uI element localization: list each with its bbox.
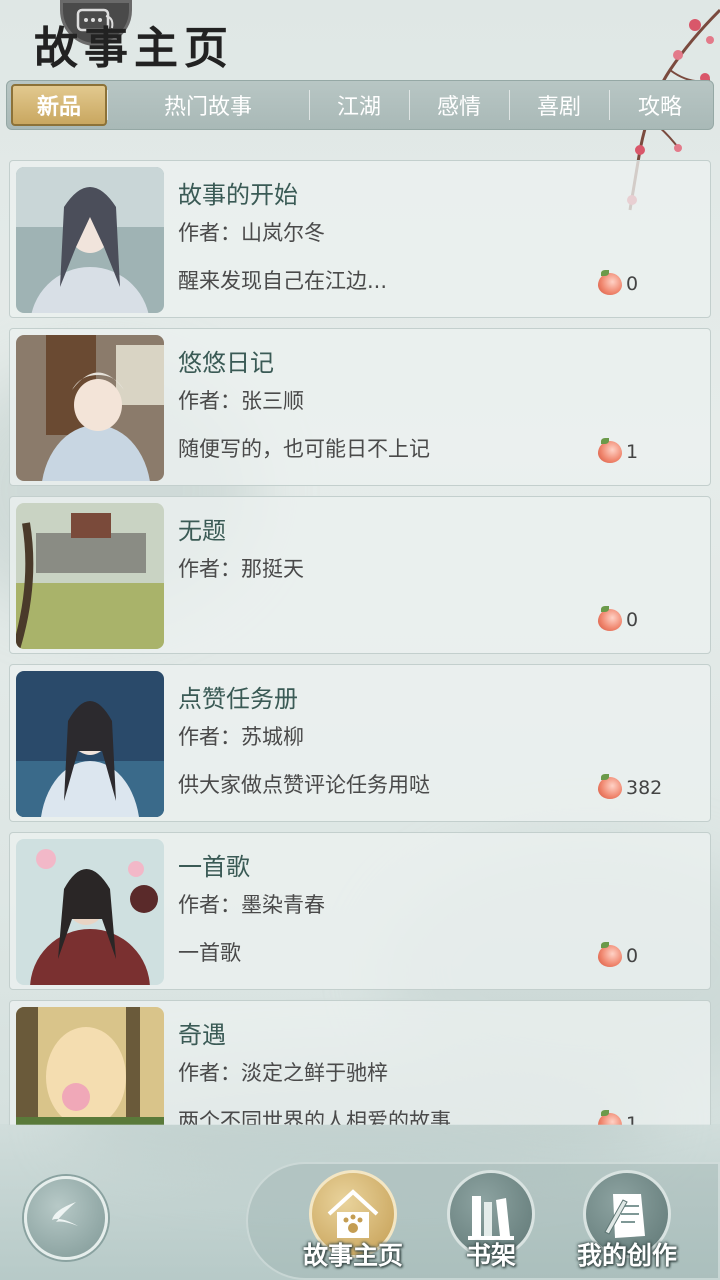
story-list: 故事的开始 作者：山岚尔冬 醒来发现自己在江边... 0 悠悠日记 作者：张三顺… — [9, 160, 711, 1125]
story-description: 醒来发现自己在江边... — [178, 269, 388, 293]
story-cover-image — [16, 335, 164, 481]
nav-bookshelf[interactable]: 书架 — [436, 1170, 546, 1280]
story-cover-image — [16, 839, 164, 985]
tab-romance[interactable]: 感情 — [409, 80, 509, 130]
story-author: 作者：山岚尔冬 — [178, 221, 325, 245]
header: 故事主页 — [0, 0, 720, 78]
story-author: 作者：那挺天 — [178, 557, 304, 581]
story-author: 作者：苏城柳 — [178, 725, 304, 749]
nav-my-creations[interactable]: 我的创作 — [572, 1170, 682, 1280]
story-author: 作者：张三顺 — [178, 389, 304, 413]
story-author: 作者：淡定之鲜于驰梓 — [178, 1061, 388, 1085]
page-title: 故事主页 — [34, 23, 234, 74]
peach-icon — [598, 438, 622, 463]
tab-comedy[interactable]: 喜剧 — [509, 80, 609, 130]
like-count: 382 — [598, 774, 662, 799]
story-title: 一首歌 — [178, 853, 250, 881]
story-author: 作者：墨染青春 — [178, 893, 325, 917]
like-count: 0 — [598, 606, 638, 631]
peach-icon — [598, 942, 622, 967]
story-card[interactable]: 故事的开始 作者：山岚尔冬 醒来发现自己在江边... 0 — [9, 160, 711, 318]
story-description: 供大家做点赞评论任务用哒 — [178, 773, 430, 797]
nav-story-home[interactable]: 故事主页 — [298, 1170, 408, 1280]
tab-jianghu[interactable]: 江湖 — [309, 80, 409, 130]
story-cover-image — [16, 167, 164, 313]
like-count: 0 — [598, 942, 638, 967]
story-card[interactable]: 点赞任务册 作者：苏城柳 供大家做点赞评论任务用哒 382 — [9, 664, 711, 822]
tab-new[interactable]: 新品 — [11, 84, 107, 126]
peach-icon — [598, 606, 622, 631]
like-count: 0 — [598, 270, 638, 295]
story-title: 点赞任务册 — [178, 685, 298, 713]
story-card[interactable]: 无题 作者：那挺天 0 — [9, 496, 711, 654]
peach-icon — [598, 774, 622, 799]
category-tabs: 新品 热门故事 江湖 感情 喜剧 攻略 — [6, 80, 714, 130]
story-cover-image — [16, 503, 164, 649]
story-title: 故事的开始 — [178, 181, 298, 209]
story-title: 奇遇 — [178, 1021, 226, 1049]
back-arrow-icon[interactable] — [24, 1176, 108, 1260]
story-description: 随便写的，也可能日不上记 — [178, 437, 430, 461]
story-cover-image — [16, 671, 164, 817]
story-description: 两个不同世界的人相爱的故事 — [178, 1109, 451, 1125]
like-count: 1 — [598, 438, 638, 463]
story-card[interactable]: 奇遇 作者：淡定之鲜于驰梓 两个不同世界的人相爱的故事 1 — [9, 1000, 711, 1125]
story-cover-image — [16, 1007, 164, 1125]
story-card[interactable]: 一首歌 作者：墨染青春 一首歌 0 — [9, 832, 711, 990]
bottom-navigation: 故事主页 书架 我的创作 — [0, 1124, 720, 1280]
tab-guide[interactable]: 攻略 — [609, 80, 711, 130]
story-card[interactable]: 悠悠日记 作者：张三顺 随便写的，也可能日不上记 1 — [9, 328, 711, 486]
story-title: 悠悠日记 — [178, 349, 274, 377]
story-description: 一首歌 — [178, 941, 241, 965]
tab-hot-stories[interactable]: 热门故事 — [107, 80, 309, 130]
peach-icon — [598, 270, 622, 295]
story-title: 无题 — [178, 517, 226, 545]
